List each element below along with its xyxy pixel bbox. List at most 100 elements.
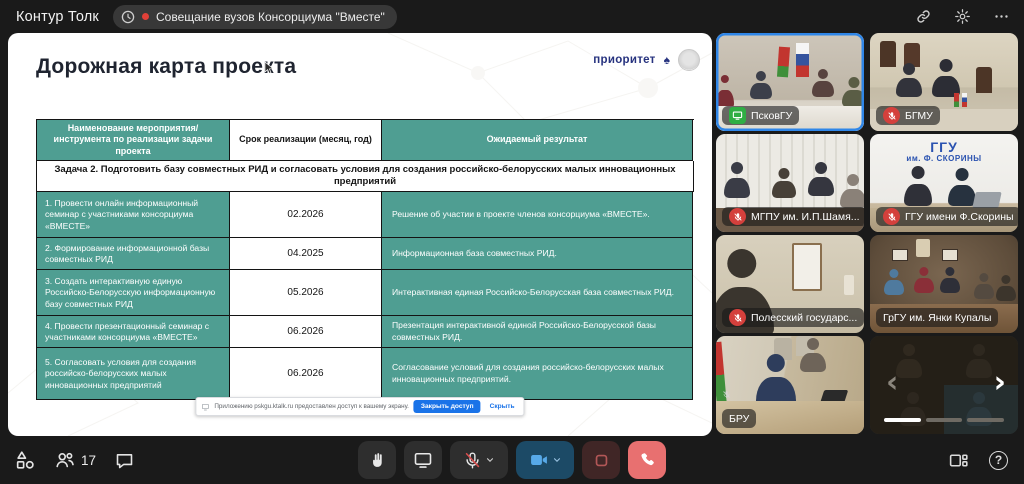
table-header-row: Наименование мероприятия/инструмента по …: [37, 120, 694, 161]
video-tile-polessky[interactable]: Полесский государс...: [716, 235, 864, 333]
person-silhouette: [800, 338, 826, 372]
video-tile-mgpu[interactable]: МГПУ им. И.П.Шамя...: [716, 134, 864, 232]
wall-sign: ГГУ им. Ф. СКОРИНЫ: [870, 140, 1018, 164]
picture-frame: [942, 249, 958, 261]
person-silhouette: [896, 63, 922, 97]
share-screen-button[interactable]: [404, 441, 442, 479]
participants-grid: ПсковГУ БГМУ МГПУ им. И.П.Шамя...: [716, 33, 1018, 434]
belarus-flag: [777, 47, 790, 78]
microphone-button[interactable]: [450, 441, 508, 479]
wall-emblem: [916, 239, 930, 257]
meeting-title-pill[interactable]: Совещание вузов Консорциума "Вместе": [113, 5, 397, 29]
chair: [976, 67, 992, 93]
video-tile-grgu[interactable]: ГрГУ им. Янки Купалы: [870, 235, 1018, 333]
bottom-toolbar: 17: [0, 436, 1024, 484]
participant-label: БГМУ: [876, 106, 940, 125]
previous-page-chevron-icon[interactable]: ‹: [886, 368, 898, 398]
mic-muted-icon: [883, 208, 900, 225]
table-row: 3. Создать интерактивную единую Российск…: [37, 270, 694, 316]
belarus-flag: [954, 93, 959, 107]
settings-gear-icon[interactable]: [954, 8, 971, 25]
camera-button[interactable]: [516, 441, 574, 479]
person-silhouette: [948, 168, 976, 206]
page-title: Дорожная карта проекта: [36, 55, 296, 79]
video-tile-bru[interactable]: БРУ: [716, 336, 864, 434]
participant-label: ПсковГУ: [722, 106, 799, 125]
participant-label: ГГУ имени Ф.Скорины: [876, 207, 1018, 226]
roadmap-table: Наименование мероприятия/инструмента по …: [36, 119, 694, 400]
wall-lamp: [844, 275, 854, 295]
screen-sharing-icon: [729, 107, 746, 124]
recording-indicator-dot: [142, 13, 149, 20]
person-silhouette: [974, 273, 994, 299]
person-silhouette: [750, 71, 772, 99]
person-silhouette: [772, 168, 796, 198]
activity-cell: 5. Согласовать условия для создания росс…: [37, 348, 230, 400]
table-row: 2. Формирование информационной базы совм…: [37, 238, 694, 270]
video-tile-bgmu[interactable]: БГМУ: [870, 33, 1018, 131]
person-silhouette: [940, 267, 960, 293]
shared-screen-panel: Дорожная карта проекта приоритет ♠ Наиме…: [8, 33, 712, 436]
chevron-down-icon[interactable]: [552, 455, 562, 465]
person-silhouette: [996, 275, 1016, 301]
hang-up-button[interactable]: [628, 441, 666, 479]
next-page-chevron-icon[interactable]: ›: [994, 368, 1006, 398]
person-silhouette: [840, 174, 864, 208]
people-icon: [54, 449, 76, 471]
stop-sharing-button[interactable]: Закрыть доступ: [414, 400, 481, 413]
column-header: Наименование мероприятия/инструмента по …: [37, 120, 230, 161]
layout-view-icon[interactable]: [948, 450, 969, 471]
result-cell: Презентация интерактивной единой Российс…: [382, 316, 693, 348]
date-cell: 06.2026: [230, 348, 382, 400]
mic-muted-icon: [463, 451, 482, 470]
page-indicator: [884, 418, 1004, 422]
participant-label: Полесский государс...: [722, 308, 864, 327]
person-silhouette: [812, 69, 834, 97]
participant-label: БРУ: [722, 409, 756, 428]
laptop: [972, 192, 1001, 208]
tiles-carousel-overlay: ‹ ›: [870, 336, 1018, 434]
chat-icon[interactable]: [114, 450, 135, 471]
date-cell: 06.2026: [230, 316, 382, 348]
recording-button[interactable]: [582, 441, 620, 479]
apps-shapes-icon[interactable]: [14, 449, 36, 471]
russia-flag: [962, 93, 967, 107]
timer-icon: [121, 10, 135, 24]
priority-logo-mark: ♠: [664, 53, 670, 67]
chair: [880, 41, 896, 67]
copy-link-icon[interactable]: [915, 8, 932, 25]
video-tile-pskovgu[interactable]: ПсковГУ: [716, 33, 864, 131]
date-cell: 02.2026: [230, 192, 382, 238]
participant-label: ГрГУ им. Янки Купалы: [876, 308, 998, 327]
picture-frame: [892, 249, 908, 261]
mouse-cursor: [264, 61, 274, 75]
toolbar-right: ?: [948, 450, 1008, 471]
activity-cell: 3. Создать интерактивную единую Российск…: [37, 270, 230, 316]
column-header: Ожидаемый результат: [382, 120, 693, 161]
chevron-down-icon[interactable]: [485, 455, 495, 465]
table-row: 1. Провести онлайн информационный семина…: [37, 192, 694, 238]
raise-hand-button[interactable]: [358, 441, 396, 479]
more-options-icon[interactable]: [993, 8, 1010, 25]
column-header: Срок реализации (месяц, год): [230, 120, 382, 161]
slide-logos: приоритет ♠: [593, 49, 700, 71]
russia-flag: [796, 43, 809, 77]
wall-calendar: [792, 243, 822, 291]
participants-button[interactable]: 17: [54, 449, 96, 471]
call-controls: [358, 441, 666, 479]
date-cell: 05.2026: [230, 270, 382, 316]
app-logo-text: Контур Толк: [16, 9, 99, 25]
person-silhouette: [904, 166, 932, 206]
help-icon[interactable]: ?: [989, 451, 1008, 470]
activity-cell: 1. Провести онлайн информационный семина…: [37, 192, 230, 238]
activity-cell: 2. Формирование информационной базы совм…: [37, 238, 230, 270]
person-silhouette: [842, 77, 864, 107]
date-cell: 04.2025: [230, 238, 382, 270]
video-tile-ggu[interactable]: ГГУ им. Ф. СКОРИНЫ ГГУ имени Ф.Скорины: [870, 134, 1018, 232]
hide-notice-button[interactable]: Скрыть: [486, 401, 519, 412]
person-silhouette: [716, 75, 734, 109]
result-cell: Интерактивная единая Российско-Белорусск…: [382, 270, 693, 316]
university-emblem: [678, 49, 700, 71]
person-silhouette: [896, 344, 922, 378]
person-silhouette: [756, 354, 796, 406]
